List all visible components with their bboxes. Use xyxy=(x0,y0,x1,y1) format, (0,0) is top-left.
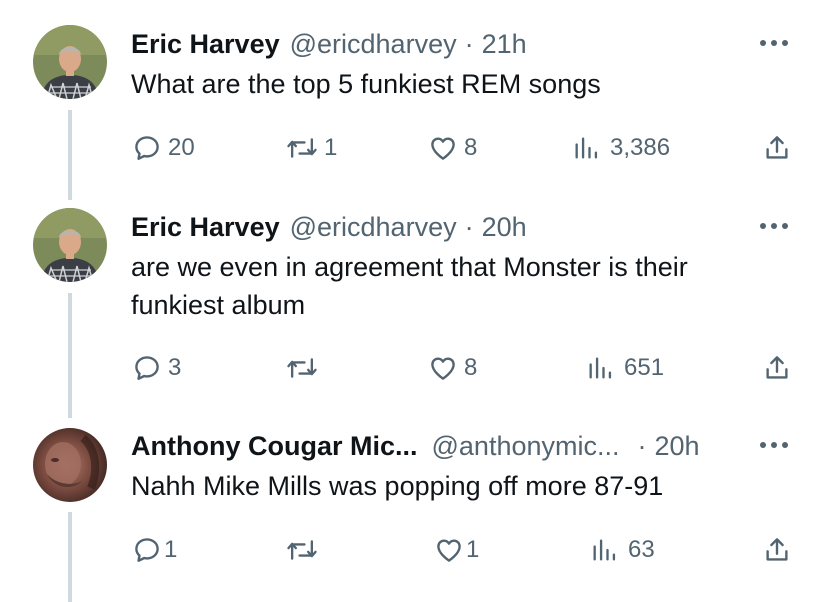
separator-dot: · xyxy=(464,212,474,242)
reply-count: 20 xyxy=(168,134,195,161)
reply-icon xyxy=(135,136,159,160)
share-button[interactable] xyxy=(762,348,792,388)
share-button[interactable] xyxy=(762,530,792,570)
views-chart-icon xyxy=(575,137,598,159)
tweet-header: Eric Harvey @ericdharvey · 20h xyxy=(131,208,527,246)
retweet-icon xyxy=(287,540,317,560)
separator-dot: · xyxy=(637,431,647,461)
timestamp[interactable]: 21h xyxy=(482,25,527,63)
action-bar: 20 1 8 3,386 xyxy=(0,128,828,168)
views-chart-icon xyxy=(589,357,612,379)
separator-dot: · xyxy=(464,29,474,59)
retweet-button[interactable] xyxy=(286,348,324,388)
author-name[interactable]: Eric Harvey xyxy=(131,208,280,246)
share-icon xyxy=(766,538,788,561)
heart-icon xyxy=(431,137,455,160)
tweet-header: Eric Harvey @ericdharvey · 21h xyxy=(131,25,527,63)
reply-icon xyxy=(135,538,159,562)
views-chart-icon xyxy=(593,539,616,561)
tweet[interactable]: Eric Harvey @ericdharvey · 20h are we ev… xyxy=(0,208,828,388)
heart-icon xyxy=(431,357,455,380)
like-button[interactable]: 1 xyxy=(434,530,479,570)
tweet[interactable]: Eric Harvey @ericdharvey · 21h What are … xyxy=(0,25,828,185)
author-handle[interactable]: @ericdharvey xyxy=(290,208,457,246)
tweet-text: are we even in agreement that Monster is… xyxy=(131,252,688,320)
tweet[interactable]: Anthony Cougar Mic... @anthonymic... · 2… xyxy=(0,427,828,587)
reply-button[interactable]: 3 xyxy=(132,348,181,388)
like-count: 8 xyxy=(464,134,478,161)
author-handle[interactable]: @ericdharvey xyxy=(290,25,457,63)
share-button[interactable] xyxy=(762,128,792,168)
tweet-header: Anthony Cougar Mic... @anthonymic... · 2… xyxy=(131,427,700,465)
like-button[interactable]: 8 xyxy=(428,128,477,168)
views-button[interactable]: 63 xyxy=(590,530,655,570)
reply-button[interactable]: 20 xyxy=(132,128,195,168)
retweet-button[interactable] xyxy=(286,530,324,570)
reply-button[interactable]: 1 xyxy=(132,530,177,570)
author-name[interactable]: Eric Harvey xyxy=(131,25,280,63)
reply-icon xyxy=(135,356,159,380)
action-bar: 1 1 63 xyxy=(0,530,828,570)
timestamp[interactable]: 20h xyxy=(655,427,700,465)
like-button[interactable]: 8 xyxy=(428,348,477,388)
timestamp[interactable]: 20h xyxy=(482,208,527,246)
more-icon[interactable] xyxy=(760,433,788,457)
retweet-count: 1 xyxy=(324,134,338,161)
views-button[interactable]: 651 xyxy=(586,348,664,388)
views-button[interactable]: 3,386 xyxy=(572,128,670,168)
like-count: 1 xyxy=(466,536,480,563)
views-count: 651 xyxy=(624,354,665,381)
more-icon[interactable] xyxy=(760,31,788,55)
share-icon xyxy=(766,356,788,379)
share-icon xyxy=(766,136,788,159)
tweet-text: Nahh Mike Mills was popping off more 87-… xyxy=(131,471,664,501)
tweet-text: What are the top 5 funkiest REM songs xyxy=(131,69,601,99)
like-count: 8 xyxy=(464,354,478,381)
views-count: 63 xyxy=(628,536,655,563)
heart-icon xyxy=(437,539,461,562)
author-handle[interactable]: @anthonymic... xyxy=(432,427,620,465)
retweet-icon xyxy=(287,138,317,158)
retweet-button[interactable]: 1 xyxy=(286,128,337,168)
reply-count: 1 xyxy=(164,536,178,563)
author-name[interactable]: Anthony Cougar Mic... xyxy=(131,427,418,465)
views-count: 3,386 xyxy=(610,134,671,161)
action-bar: 3 8 651 xyxy=(0,348,828,388)
more-icon[interactable] xyxy=(760,214,788,238)
retweet-icon xyxy=(287,358,317,378)
reply-count: 3 xyxy=(168,354,182,381)
